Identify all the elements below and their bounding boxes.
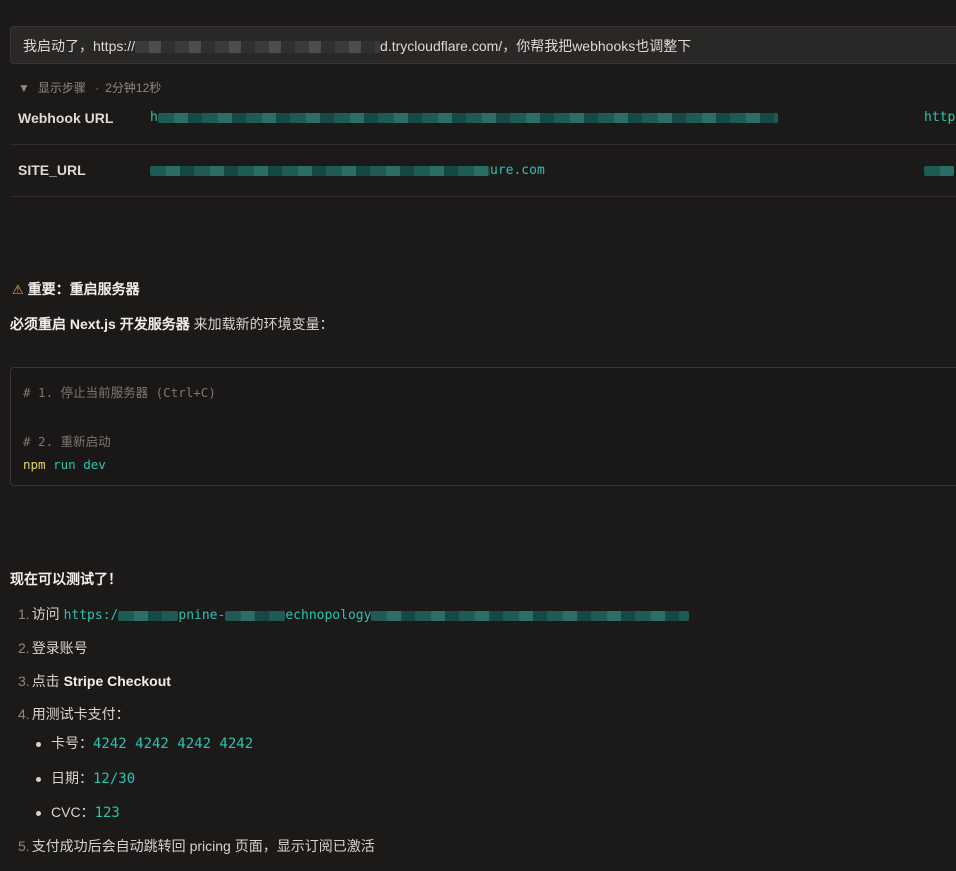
bullet [36,810,41,816]
list-item: 5. 支付成功后会自动跳转回 pricing 页面，显示订阅已激活 [18,838,375,854]
card-number-item: 卡号：4242 4242 4242 4242 [36,733,253,753]
bullet [36,776,41,782]
visit-link[interactable]: https:/pnine-echnopology [64,608,690,623]
restart-note-rest: 来加载新的环境变量： [189,316,334,332]
list-item: 3. 点击 Stripe Checkout [18,673,171,689]
code-block: # 1. 停止当前服务器 (Ctrl+C) # 2. 重新启动 npm run … [10,367,956,486]
table-row: Webhook URL h http [10,96,956,145]
steps-duration: 2分钟12秒 [105,81,162,95]
env-value: h [150,110,778,125]
steps-label: 显示步骤 [37,81,86,95]
table-row: SITE_URL ure.com [10,145,956,197]
warning-heading: ⚠ 重要：重启服务器 [12,281,140,297]
redacted-text [225,610,286,621]
restart-note-bold: 必须重启 Next.js 开发服务器 [10,316,190,332]
env-extra: http [924,110,956,125]
redacted-text [118,610,179,621]
env-extra [924,163,954,178]
env-key: SITE_URL [18,162,86,178]
list-item: 2. 登录账号 [18,640,88,656]
redacted-text [924,165,954,176]
bullet [36,741,41,747]
env-value: ure.com [150,163,545,178]
redacted-text [371,610,690,621]
list-item: 4. 用测试卡支付： [18,706,130,722]
user-message: 我启动了，https:// d.trycloudflare.com/，你帮我把we… [10,26,956,64]
list-item: 1. 访问 https:/pnine-echnopology [18,604,690,624]
redacted-text [157,112,778,123]
card-cvc-item: CVC：123 [36,802,120,822]
testing-title: 现在可以测试了！ [10,571,122,587]
user-message-suffix: d.trycloudflare.com/，你帮我把webhooks也调整下 [380,38,692,54]
code-command: npm run dev [23,457,106,472]
warning-icon: ⚠ [12,282,24,297]
redacted-text [135,41,381,54]
code-comment: # 2. 重新启动 [23,434,111,449]
chevron-down-icon: ▼ [18,81,30,95]
user-message-prefix: 我启动了，https:// [23,38,136,54]
show-steps-toggle[interactable]: ▼ 显示步骤 · 2分钟12秒 [18,79,161,96]
redacted-text [150,165,490,176]
env-key: Webhook URL [18,110,114,126]
env-table: Webhook URL h http SITE_URL ure.com [10,96,956,197]
restart-note: 必须重启 Next.js 开发服务器 来加载新的环境变量： [10,314,334,334]
card-date-item: 日期：12/30 [36,768,135,788]
steps-separator: · [95,81,100,95]
code-comment: # 1. 停止当前服务器 (Ctrl+C) [23,385,216,400]
